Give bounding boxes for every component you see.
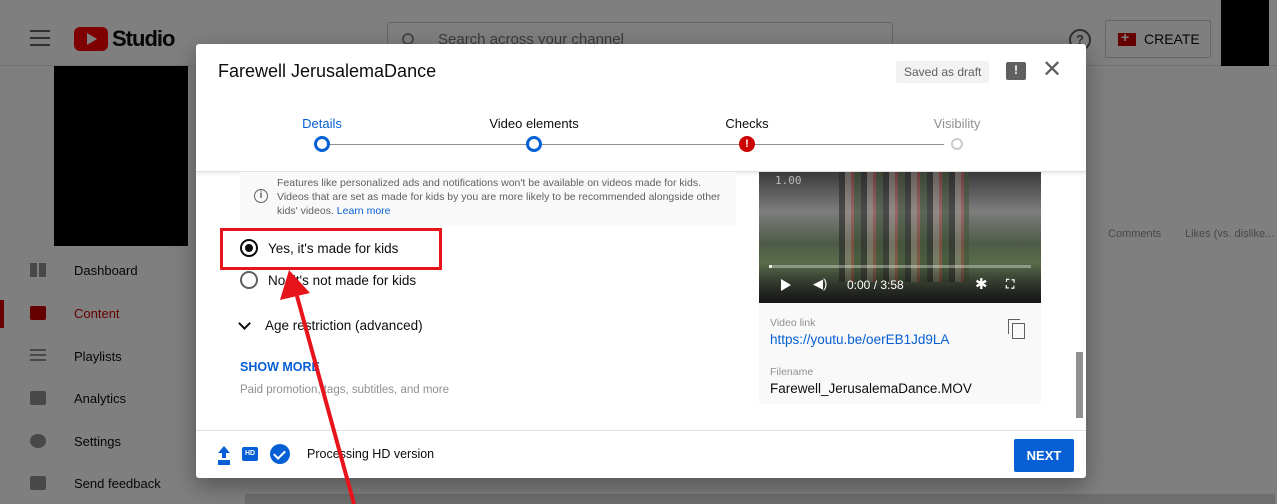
close-icon[interactable]: ✕ <box>1042 58 1062 82</box>
video-link-label: Video link <box>770 317 816 329</box>
copy-icon[interactable] <box>1008 319 1025 339</box>
volume-icon[interactable]: ◀) <box>813 276 827 292</box>
learn-more-link[interactable]: Learn more <box>337 205 391 217</box>
step-dot-details[interactable] <box>314 136 330 152</box>
dialog-content: i Features like personalized ads and not… <box>196 172 1086 430</box>
progress-bar[interactable] <box>769 265 1031 268</box>
play-icon[interactable] <box>781 279 791 291</box>
dialog-scrollbar[interactable] <box>1076 352 1083 418</box>
tab-visibility[interactable]: Visibility <box>934 116 981 131</box>
upload-icon <box>216 446 232 462</box>
check-circle-icon <box>270 444 290 464</box>
error-icon[interactable]: ! <box>739 136 755 152</box>
show-more-button[interactable]: SHOW MORE <box>240 360 320 374</box>
tab-details[interactable]: Details <box>302 116 342 131</box>
alert-icon[interactable]: ! <box>1006 62 1026 80</box>
highlight-box <box>220 228 442 270</box>
chevron-down-icon <box>238 317 251 330</box>
video-overlay-timestamp: 1.00 <box>775 174 802 187</box>
radio-not-made-for-kids[interactable]: No, it's not made for kids <box>240 268 416 292</box>
upload-details-dialog: Farewell JerusalemaDance Saved as draft … <box>196 44 1086 478</box>
dialog-footer: HD Processing HD version NEXT <box>196 430 1086 478</box>
dialog-title: Farewell JerusalemaDance <box>218 61 437 81</box>
player-controls: ◀) 0:00 / 3:58 ✱ ⛶ <box>759 262 1041 303</box>
show-more-hint: Paid promotion, tags, subtitles, and mor… <box>240 384 450 396</box>
step-dot-video-elements[interactable] <box>526 136 542 152</box>
video-time: 0:00 / 3:58 <box>847 278 904 292</box>
video-link[interactable]: https://youtu.be/oerEB1Jd9LA <box>770 332 949 347</box>
fullscreen-icon[interactable]: ⛶ <box>1006 277 1014 292</box>
info-icon: i <box>254 189 268 203</box>
tab-video-elements[interactable]: Video elements <box>489 116 578 131</box>
processing-status: Processing HD version <box>307 447 435 461</box>
radio-button[interactable] <box>240 271 258 289</box>
dialog-header: Farewell JerusalemaDance Saved as draft … <box>196 44 1086 102</box>
tab-checks[interactable]: Checks <box>725 116 768 131</box>
made-for-kids-info: i Features like personalized ads and not… <box>240 172 736 226</box>
step-dot-visibility[interactable] <box>951 138 963 150</box>
age-restriction-label: Age restriction (advanced) <box>265 318 423 333</box>
saved-status-badge: Saved as draft <box>896 61 990 83</box>
progress-fill <box>769 265 772 268</box>
age-restriction-toggle[interactable]: Age restriction (advanced) <box>238 317 423 333</box>
filename-label: Filename <box>770 366 814 378</box>
stepper-line <box>324 144 944 145</box>
video-player[interactable]: 1.00 ◀) 0:00 / 3:58 ✱ ⛶ <box>759 172 1041 303</box>
radio-label: No, it's not made for kids <box>268 272 417 288</box>
video-preview-card: 1.00 ◀) 0:00 / 3:58 ✱ ⛶ Video link https… <box>759 172 1041 404</box>
upload-stepper: Details Video elements Checks ! Visibili… <box>196 102 1086 172</box>
gear-icon[interactable]: ✱ <box>975 275 988 293</box>
hd-icon: HD <box>242 447 258 461</box>
info-text: Features like personalized ads and notif… <box>277 176 727 218</box>
next-button[interactable]: NEXT <box>1014 439 1074 472</box>
filename: Farewell_JerusalemaDance.MOV <box>770 381 972 396</box>
